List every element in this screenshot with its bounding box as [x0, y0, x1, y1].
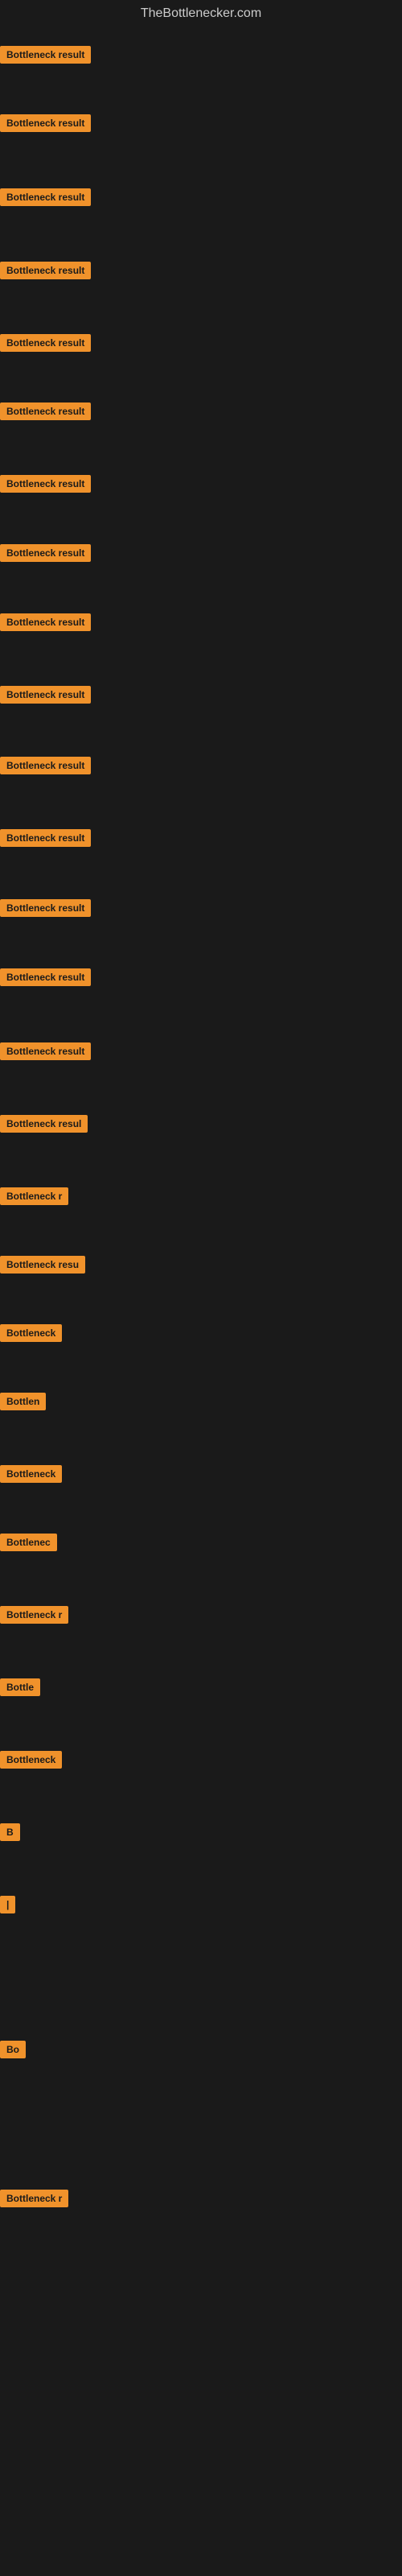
bottleneck-item: Bottleneck r [0, 1606, 68, 1624]
bottleneck-item: Bottleneck result [0, 829, 91, 847]
bottleneck-badge: Bottleneck result [0, 114, 91, 132]
bottleneck-badge: Bottleneck [0, 1324, 62, 1342]
bottleneck-badge: Bottleneck result [0, 686, 91, 704]
bottleneck-item: Bottleneck result [0, 1042, 91, 1060]
bottleneck-badge: B [0, 1823, 20, 1841]
bottleneck-item: B [0, 1823, 20, 1841]
bottleneck-item: Bottleneck result [0, 402, 91, 420]
bottleneck-badge: Bottleneck result [0, 1042, 91, 1060]
bottleneck-badge: | [0, 1896, 15, 1913]
bottleneck-item: Bottlen [0, 1393, 46, 1410]
bottleneck-badge: Bottleneck result [0, 829, 91, 847]
bottleneck-item: Bottleneck [0, 1751, 62, 1769]
bottleneck-item: Bottle [0, 1678, 40, 1696]
bottleneck-badge: Bottleneck result [0, 334, 91, 352]
bottleneck-item: Bottleneck result [0, 475, 91, 493]
site-title: TheBottlenecker.com [0, 0, 402, 27]
bottleneck-item: Bottleneck result [0, 613, 91, 631]
bottleneck-item: Bottleneck result [0, 188, 91, 206]
bottleneck-item: | [0, 1896, 15, 1913]
bottleneck-item: Bottleneck result [0, 686, 91, 704]
bottleneck-badge: Bottleneck r [0, 1187, 68, 1205]
bottleneck-item: Bottleneck result [0, 114, 91, 132]
bottleneck-badge: Bottleneck result [0, 899, 91, 917]
bottleneck-badge: Bottleneck [0, 1465, 62, 1483]
bottleneck-item: Bottleneck [0, 1465, 62, 1483]
bottleneck-item: Bottleneck result [0, 46, 91, 64]
bottleneck-badge: Bottleneck result [0, 46, 91, 64]
bottleneck-badge: Bottleneck result [0, 262, 91, 279]
bottleneck-badge: Bottleneck r [0, 1606, 68, 1624]
bottleneck-item: Bo [0, 2041, 26, 2058]
bottleneck-badge: Bottleneck result [0, 544, 91, 562]
bottleneck-badge: Bottleneck result [0, 188, 91, 206]
bottleneck-item: Bottleneck [0, 1324, 62, 1342]
bottleneck-item: Bottleneck resul [0, 1115, 88, 1133]
bottleneck-item: Bottleneck result [0, 544, 91, 562]
bottleneck-badge: Bottle [0, 1678, 40, 1696]
bottleneck-item: Bottleneck r [0, 2190, 68, 2207]
bottleneck-badge: Bottleneck [0, 1751, 62, 1769]
bottleneck-item: Bottleneck result [0, 262, 91, 279]
bottleneck-item: Bottleneck result [0, 899, 91, 917]
bottleneck-badge: Bottleneck result [0, 757, 91, 774]
bottleneck-badge: Bottleneck result [0, 402, 91, 420]
bottleneck-badge: Bottleneck result [0, 475, 91, 493]
bottleneck-item: Bottleneck result [0, 757, 91, 774]
bottleneck-badge: Bottleneck result [0, 613, 91, 631]
bottleneck-item: Bottleneck result [0, 968, 91, 986]
bottleneck-item: Bottleneck result [0, 334, 91, 352]
bottleneck-item: Bottleneck r [0, 1187, 68, 1205]
bottleneck-badge: Bottlen [0, 1393, 46, 1410]
bottleneck-badge: Bottleneck r [0, 2190, 68, 2207]
bottleneck-badge: Bottleneck resul [0, 1115, 88, 1133]
bottleneck-badge: Bo [0, 2041, 26, 2058]
bottleneck-item: Bottlenec [0, 1534, 57, 1551]
bottleneck-badge: Bottleneck result [0, 968, 91, 986]
bottleneck-item: Bottleneck resu [0, 1256, 85, 1274]
bottleneck-badge: Bottleneck resu [0, 1256, 85, 1274]
bottleneck-badge: Bottlenec [0, 1534, 57, 1551]
